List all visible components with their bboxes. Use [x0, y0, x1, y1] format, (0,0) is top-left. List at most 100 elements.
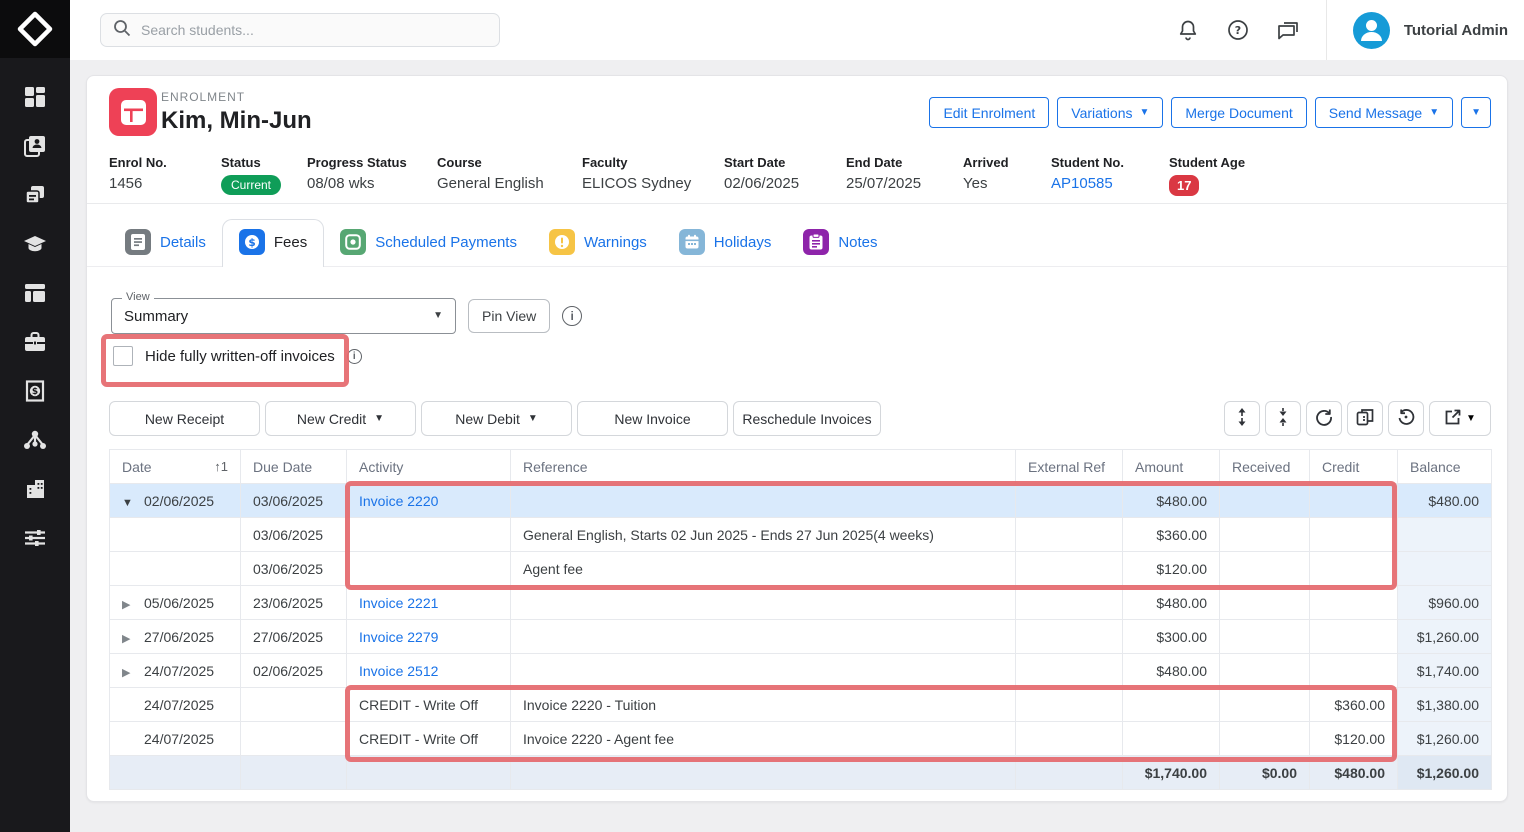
- topbar: ? Tutorial Admin: [70, 0, 1524, 60]
- sidebar-item-settings[interactable]: [15, 527, 55, 549]
- tab-scheduled-payments[interactable]: Scheduled Payments: [324, 220, 533, 266]
- copy-button[interactable]: [1347, 401, 1383, 436]
- tab-holidays[interactable]: Holidays: [663, 220, 788, 266]
- fees-table: Date↑1 Due Date Activity Reference Exter…: [109, 449, 1491, 790]
- table-row[interactable]: ▼02/06/2025 03/06/2025 Invoice 2220 $480…: [110, 484, 1492, 518]
- field-status: StatusCurrent: [221, 155, 307, 203]
- details-icon: [125, 229, 151, 255]
- tab-fees[interactable]: $ Fees: [222, 219, 324, 267]
- invoice-icon: $: [24, 380, 46, 402]
- table-row[interactable]: ▶27/06/2025 27/06/2025 Invoice 2279 $300…: [110, 620, 1492, 654]
- export-button[interactable]: ▼: [1429, 401, 1491, 436]
- more-actions-button[interactable]: ▼: [1461, 97, 1491, 128]
- view-info-icon[interactable]: [562, 306, 582, 326]
- tune-icon: [24, 527, 46, 549]
- unfold-less-icon: [1276, 408, 1290, 429]
- field-progress-status: Progress Status08/08 wks: [307, 155, 437, 203]
- avatar: [1353, 12, 1390, 49]
- table-row[interactable]: 24/07/2025 CREDIT - Write Off Invoice 22…: [110, 688, 1492, 722]
- topbar-divider: [1326, 0, 1327, 60]
- table-row[interactable]: 03/06/2025 Agent fee $120.00: [110, 552, 1492, 586]
- user-menu[interactable]: Tutorial Admin: [1353, 12, 1508, 49]
- sidebar-item-courses[interactable]: [15, 233, 55, 255]
- invoice-link[interactable]: Invoice 2512: [359, 663, 438, 679]
- sidebar-item-network[interactable]: [15, 429, 55, 451]
- reschedule-invoices-button[interactable]: Reschedule Invoices: [733, 401, 881, 436]
- expand-row-icon[interactable]: ▶: [122, 632, 144, 645]
- expand-row-icon[interactable]: ▶: [122, 598, 144, 611]
- sidebar-item-documents[interactable]: [15, 184, 55, 206]
- sidebar-item-timetable[interactable]: [15, 282, 55, 304]
- table-row[interactable]: ▶05/06/2025 23/06/2025 Invoice 2221 $480…: [110, 586, 1492, 620]
- col-reference[interactable]: Reference: [511, 450, 1016, 484]
- sidebar-item-agents[interactable]: [15, 331, 55, 353]
- tab-notes[interactable]: Notes: [787, 220, 893, 266]
- total-received: $0.00: [1220, 756, 1310, 790]
- search-input[interactable]: [141, 22, 487, 38]
- send-message-button[interactable]: Send Message▼: [1315, 97, 1453, 128]
- invoice-link[interactable]: Invoice 2279: [359, 629, 438, 645]
- invoice-link[interactable]: Invoice 2220: [359, 493, 438, 509]
- sort-indicator: ↑1: [214, 459, 228, 474]
- new-debit-button[interactable]: New Debit▼: [421, 401, 572, 436]
- pin-view-button[interactable]: Pin View: [468, 299, 550, 333]
- col-activity[interactable]: Activity: [347, 450, 511, 484]
- app-logo[interactable]: [0, 0, 70, 58]
- pages-icon: [24, 184, 46, 206]
- hide-written-off-info-icon[interactable]: [347, 349, 362, 364]
- chevron-down-icon: ▼: [1429, 108, 1439, 118]
- sidebar-item-dashboard[interactable]: [15, 86, 55, 108]
- col-date[interactable]: Date↑1: [110, 450, 241, 484]
- history-button[interactable]: [1388, 401, 1424, 436]
- chevron-down-icon: ▼: [528, 414, 538, 424]
- enrolment-header: ENROLMENT Kim, Min-Jun Edit Enrolment Va…: [87, 76, 1507, 151]
- view-select[interactable]: View Summary ▼: [111, 298, 456, 334]
- field-student-age: Student Age17: [1169, 155, 1507, 203]
- chat-icon[interactable]: [1276, 18, 1300, 42]
- sidebar-item-organisation[interactable]: [15, 478, 55, 500]
- tab-warnings[interactable]: Warnings: [533, 220, 663, 266]
- col-external-ref[interactable]: External Ref: [1016, 450, 1123, 484]
- tab-details[interactable]: Details: [109, 220, 222, 266]
- col-amount[interactable]: Amount: [1123, 450, 1220, 484]
- new-invoice-button[interactable]: New Invoice: [577, 401, 728, 436]
- expand-all-button[interactable]: [1224, 401, 1260, 436]
- tab-bar: Details $ Fees Scheduled Payments Warnin…: [87, 219, 1507, 267]
- student-search[interactable]: [100, 13, 500, 47]
- sidebar-item-contacts[interactable]: [15, 135, 55, 157]
- table-row[interactable]: 24/07/2025 CREDIT - Write Off Invoice 22…: [110, 722, 1492, 756]
- holidays-icon: [679, 229, 705, 255]
- col-credit[interactable]: Credit: [1310, 450, 1398, 484]
- collapse-all-button[interactable]: [1265, 401, 1301, 436]
- sidebar-item-finance[interactable]: $: [15, 380, 55, 402]
- edit-enrolment-button[interactable]: Edit Enrolment: [929, 97, 1049, 128]
- table-row[interactable]: ▶24/07/2025 02/06/2025 Invoice 2512 $480…: [110, 654, 1492, 688]
- table-row[interactable]: 03/06/2025 General English, Starts 02 Ju…: [110, 518, 1492, 552]
- col-balance[interactable]: Balance: [1398, 450, 1492, 484]
- col-due-date[interactable]: Due Date: [241, 450, 347, 484]
- field-arrived: ArrivedYes: [963, 155, 1051, 203]
- fees-toolbar: New Receipt New Credit▼ New Debit▼ New I…: [109, 401, 1491, 436]
- student-no-link[interactable]: AP10585: [1051, 175, 1113, 192]
- variations-button[interactable]: Variations▼: [1057, 97, 1163, 128]
- user-name: Tutorial Admin: [1404, 22, 1508, 39]
- layout-icon: [24, 282, 46, 304]
- app-root: $ ? Tutorial Admin: [0, 0, 1524, 832]
- total-credit: $480.00: [1310, 756, 1398, 790]
- new-receipt-button[interactable]: New Receipt: [109, 401, 260, 436]
- new-credit-button[interactable]: New Credit▼: [265, 401, 416, 436]
- collapse-row-icon[interactable]: ▼: [122, 497, 144, 509]
- invoice-link[interactable]: Invoice 2221: [359, 595, 438, 611]
- chevron-down-icon: ▼: [1471, 108, 1481, 118]
- chevron-down-icon: ▼: [374, 414, 384, 424]
- field-course: CourseGeneral English: [437, 155, 582, 203]
- view-select-value: Summary: [124, 308, 433, 325]
- expand-row-icon[interactable]: ▶: [122, 666, 144, 679]
- refresh-button[interactable]: [1306, 401, 1342, 436]
- bell-icon[interactable]: [1176, 18, 1200, 42]
- help-icon[interactable]: ?: [1226, 18, 1250, 42]
- col-received[interactable]: Received: [1220, 450, 1310, 484]
- merge-document-button[interactable]: Merge Document: [1171, 97, 1306, 128]
- hide-written-off-checkbox[interactable]: [113, 346, 133, 366]
- table-tools: ▼: [1224, 401, 1491, 436]
